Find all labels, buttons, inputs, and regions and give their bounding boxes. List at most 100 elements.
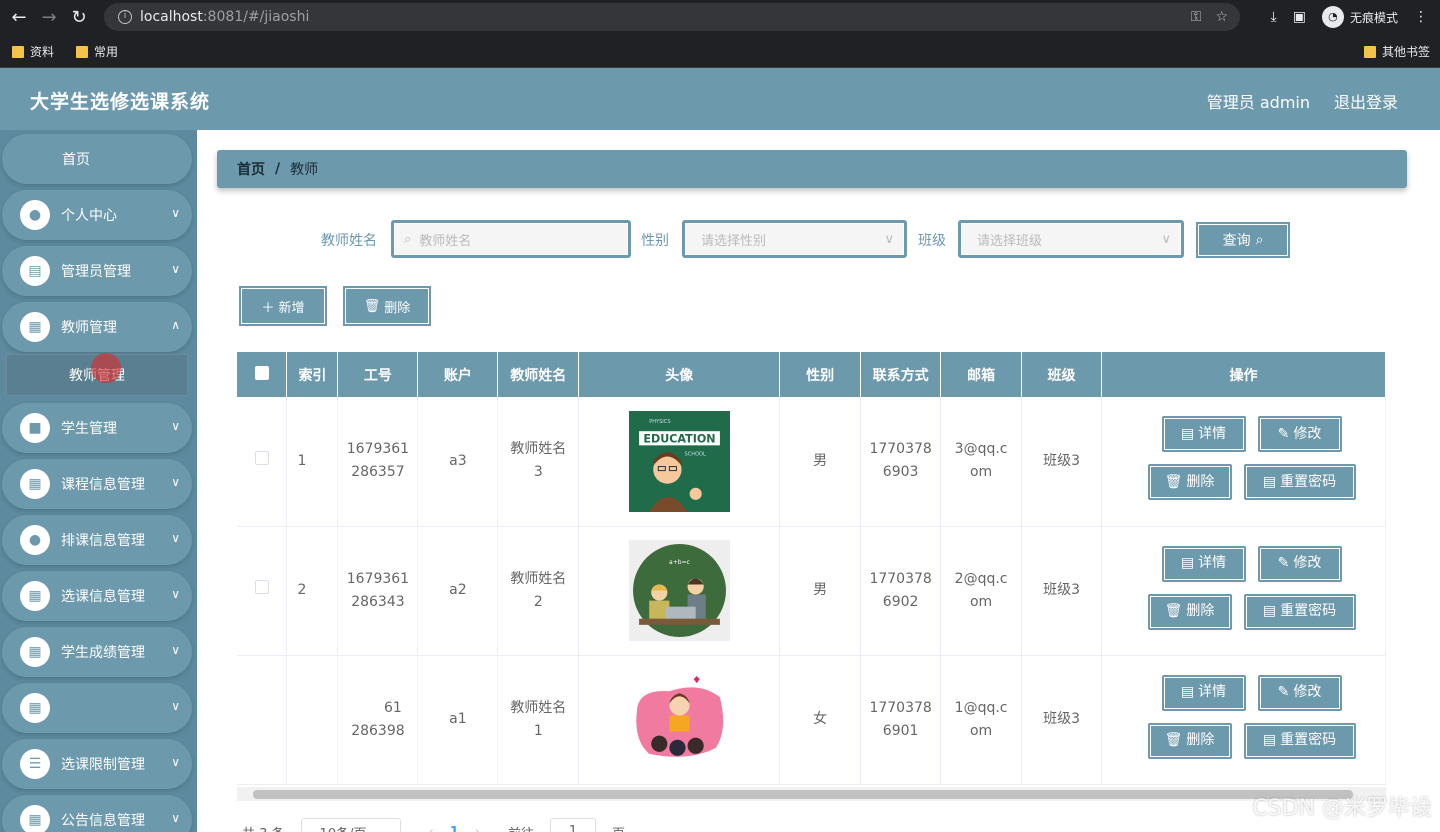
url-host: localhost — [140, 9, 203, 25]
row-checkbox[interactable] — [254, 580, 269, 594]
plus-icon: ＋ — [261, 300, 275, 316]
class-cell: 班级3 — [1021, 526, 1103, 656]
chevron-down-icon: ∨ — [1161, 231, 1171, 247]
goto-page-input[interactable]: 1 — [550, 818, 597, 832]
operation-buttons: ▤ 详情 ✎ 修改 🗑 删除 ▤ 重置密码 — [1134, 545, 1356, 636]
search-name-wrapper: ⌕ 教师姓名 — [391, 220, 631, 258]
svg-text:SCHOOL: SCHOOL — [684, 451, 705, 457]
sidepanel-icon[interactable]: ▣ — [1293, 9, 1306, 25]
sidebar-item-obscured[interactable]: ▦ ∨ — [2, 683, 192, 733]
row-select-cell[interactable] — [237, 397, 288, 527]
folder-icon — [12, 45, 24, 58]
download-icon[interactable]: ⤓ — [1271, 9, 1277, 25]
reload-icon[interactable]: ↻ — [64, 2, 94, 32]
select-all-cell[interactable] — [237, 352, 288, 397]
page-size-select[interactable]: 10条/页 — [300, 818, 401, 832]
search-name-group: 教师姓名 — [321, 222, 377, 258]
operation-buttons: ▤ 详情 ✎ 修改 🗑 删除 ▤ 重置密码 — [1134, 416, 1356, 506]
teacher-name-input[interactable]: ⌕ 教师姓名 — [391, 220, 631, 258]
more-menu-icon[interactable]: ⋮ — [1414, 9, 1428, 25]
incognito-indicator[interactable]: ◔ 无痕模式 — [1321, 6, 1398, 28]
chevron-down-icon: ∨ — [171, 419, 180, 433]
scrollbar-thumb[interactable] — [253, 790, 1353, 799]
grid-icon: ▦ — [20, 312, 50, 342]
select-all-checkbox[interactable] — [254, 365, 269, 380]
grid-icon: ▦ — [20, 693, 50, 723]
operations-cell: ▤ 详情 ✎ 修改 🗑 删除 ▤ 重置密码 — [1101, 526, 1386, 656]
delete-button[interactable]: 🗑 删除 — [1147, 593, 1232, 630]
sidebar-item-limit[interactable]: ☰ 选课限制管理 ∨ — [2, 739, 192, 789]
address-bar[interactable]: i localhost:8081/#/jiaoshi ⚿ ☆ — [104, 3, 1240, 31]
column-header: 邮箱 — [940, 352, 1023, 397]
column-header: 索引 — [286, 352, 339, 397]
class-select[interactable]: 请选择班级 ∨ — [958, 220, 1184, 258]
detail-button[interactable]: ▤ 详情 — [1161, 674, 1246, 711]
page-number[interactable]: 1 — [450, 825, 459, 832]
chevron-down-icon: ∨ — [884, 231, 894, 247]
name-cell: 教师姓名 2 — [497, 526, 580, 656]
sidebar-item-schedule[interactable]: ● 排课信息管理 ∨ — [2, 515, 192, 565]
logout-link[interactable]: 退出登录 — [1334, 89, 1398, 113]
index-cell: 1 — [286, 397, 339, 527]
row-select-cell[interactable] — [237, 526, 288, 656]
reset-password-button[interactable]: ▤ 重置密码 — [1243, 464, 1356, 501]
reset-password-button[interactable]: ▤ 重置密码 — [1243, 722, 1356, 759]
add-button[interactable]: ＋ 新增 — [239, 286, 327, 326]
sidebar-item-grades[interactable]: ▦ 学生成绩管理 ∨ — [2, 627, 192, 677]
grid-icon: ▦ — [20, 581, 50, 611]
column-header: 工号 — [337, 352, 419, 397]
star-icon[interactable]: ☆ — [1215, 9, 1228, 25]
table-row: 61 286398 a1 教师姓名 1 女 1770378 6901 1@qq.… — [237, 655, 1386, 785]
row-select-cell[interactable] — [237, 655, 288, 785]
avatar-cell: a+b=c — [578, 526, 781, 656]
prev-page-icon[interactable]: ‹ — [429, 825, 434, 832]
chevron-down-icon: ∨ — [171, 755, 180, 769]
watermark: CSDN @米罗毕设 — [1252, 796, 1432, 821]
breadcrumb-home[interactable]: 首页 — [237, 159, 265, 179]
other-bookmarks[interactable]: 其他书签 — [1364, 43, 1430, 60]
detail-button[interactable]: ▤ 详情 — [1161, 545, 1246, 582]
sidebar-item-student[interactable]: ■ 学生管理 ∨ — [2, 403, 192, 453]
back-icon[interactable]: ← — [4, 2, 34, 32]
next-page-icon[interactable]: › — [475, 825, 480, 832]
horizontal-scrollbar[interactable] — [237, 787, 1386, 801]
edit-button[interactable]: ✎ 修改 — [1257, 674, 1342, 711]
search-icon: ⌕ — [404, 231, 412, 247]
sidebar-item-notice[interactable]: ▦ 公告信息管理 ∨ — [2, 795, 192, 832]
detail-button[interactable]: ▤ 详情 — [1161, 416, 1246, 453]
edit-button[interactable]: ✎ 修改 — [1257, 416, 1342, 453]
chevron-down-icon: ∨ — [171, 262, 180, 276]
search-class-label: 班级 — [918, 233, 946, 249]
site-info-icon[interactable]: i — [118, 10, 132, 24]
sidebar-item-profile[interactable]: ● 个人中心 ∨ — [2, 190, 192, 240]
chevron-down-icon: ∨ — [171, 811, 180, 825]
forward-icon[interactable]: → — [34, 2, 64, 32]
index-cell — [286, 655, 339, 785]
delete-button[interactable]: 🗑 删除 — [1147, 464, 1232, 501]
sidebar-item-course[interactable]: ▦ 课程信息管理 ∨ — [2, 459, 192, 509]
edit-button[interactable]: ✎ 修改 — [1257, 545, 1342, 582]
query-button[interactable]: 查询 ⌕ — [1196, 222, 1290, 258]
trash-icon: 🗑 — [1164, 603, 1183, 619]
column-header: 操作 — [1101, 352, 1386, 397]
bookmark-folder[interactable]: 资料 — [12, 43, 54, 60]
column-header: 账户 — [417, 352, 499, 397]
sidebar-item-selection[interactable]: ▦ 选课信息管理 ∨ — [2, 571, 192, 621]
browser-toolbar: ← → ↻ i localhost:8081/#/jiaoshi ⚿ ☆ ⤓ ▣… — [0, 0, 1440, 34]
id-cell: 1679361 286357 — [337, 397, 419, 527]
delete-button[interactable]: 🗑 删除 — [1147, 722, 1232, 759]
bookmark-folder[interactable]: 常用 — [76, 43, 118, 60]
sidebar-item-home[interactable]: 首页 — [2, 134, 192, 184]
batch-delete-button[interactable]: 🗑 删除 — [343, 286, 431, 326]
classroom-avatar: a+b=c — [628, 540, 730, 641]
row-checkbox[interactable] — [254, 450, 269, 465]
sidebar-item-admin[interactable]: ▤ 管理员管理 ∨ — [2, 246, 192, 296]
trash-icon: 🗑 — [363, 298, 381, 314]
chevron-down-icon: ∨ — [171, 699, 180, 713]
key-icon[interactable]: ⚿ — [1191, 9, 1202, 25]
reset-password-button[interactable]: ▤ 重置密码 — [1243, 593, 1356, 630]
column-header: 班级 — [1021, 352, 1103, 397]
gender-select[interactable]: 请选择性别 ∨ — [682, 220, 907, 258]
document-icon: ▤ — [1262, 732, 1277, 748]
sidebar-item-teacher[interactable]: ▦ 教师管理 ∧ — [2, 302, 192, 352]
